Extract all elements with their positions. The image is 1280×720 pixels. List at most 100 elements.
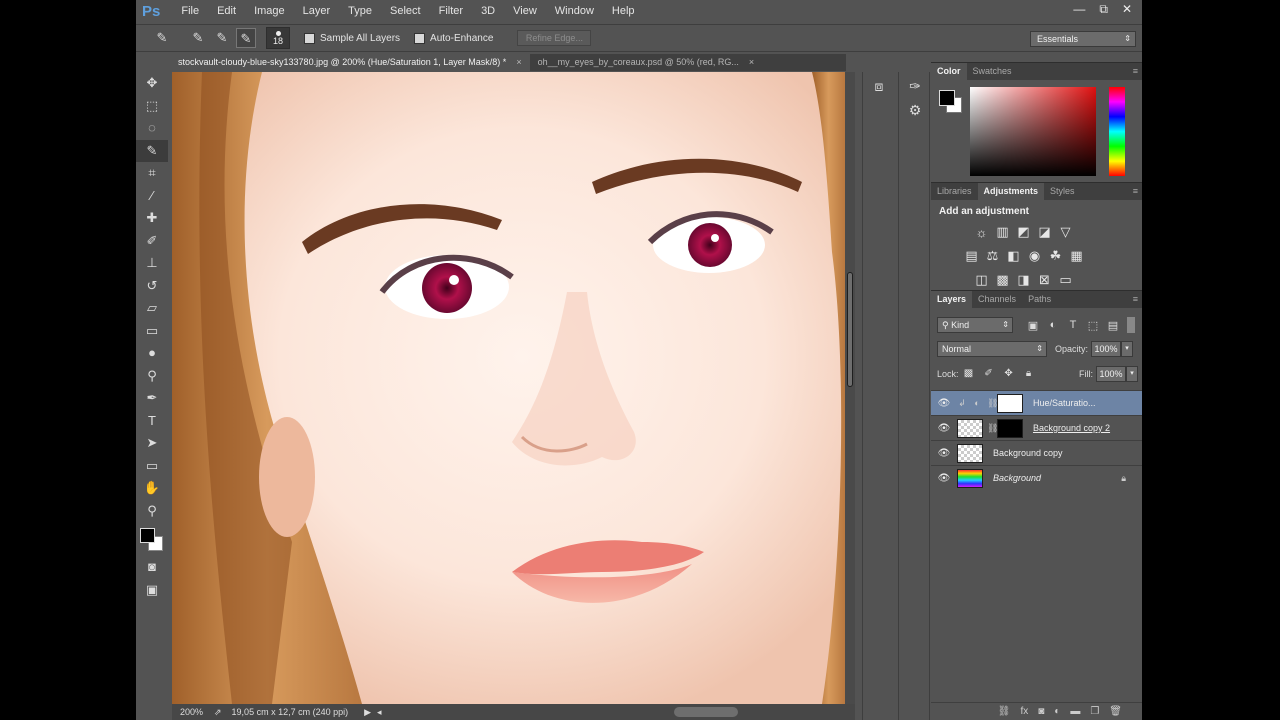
marquee-tool-icon[interactable]: ⬚: [136, 95, 168, 118]
hue-saturation-icon[interactable]: ▤: [961, 248, 982, 264]
menu-type[interactable]: Type: [339, 5, 381, 17]
crop-tool-icon[interactable]: ⌗: [136, 162, 168, 185]
visibility-eye-icon[interactable]: 👁︎: [931, 423, 957, 434]
layer-row[interactable]: 👁︎ ⛓︎ Background copy 2: [931, 415, 1142, 440]
tab-document-1[interactable]: stockvault-cloudy-blue-sky133780.jpg @ 2…: [170, 54, 530, 71]
share-icon[interactable]: ⇗: [214, 707, 222, 718]
panel-menu-icon[interactable]: ≡: [1133, 291, 1138, 308]
refine-edge-button[interactable]: Refine Edge...: [517, 30, 592, 46]
clone-stamp-tool-icon[interactable]: ⊥: [136, 252, 168, 275]
add-to-selection-icon[interactable]: ✎: [212, 28, 232, 48]
link-icon[interactable]: ⛓︎: [987, 423, 998, 434]
filter-shape-icon[interactable]: ⬚: [1083, 319, 1103, 332]
layer-row[interactable]: 👁︎ Background 🔒︎: [931, 465, 1142, 490]
tab-document-2[interactable]: oh__my_eyes_by_coreaux.psd @ 50% (red, R…: [530, 54, 763, 71]
tab-swatches[interactable]: Swatches: [967, 63, 1018, 80]
scroll-left-icon[interactable]: ◂: [377, 707, 382, 718]
color-balance-icon[interactable]: ⚖: [982, 248, 1003, 264]
delete-layer-icon[interactable]: 🗑︎: [1109, 706, 1122, 717]
hue-slider[interactable]: [1109, 87, 1125, 176]
layer-name[interactable]: Background copy 2: [1033, 423, 1110, 433]
panel-menu-icon[interactable]: ≡: [1133, 63, 1138, 80]
threshold-icon[interactable]: ◨: [1013, 272, 1034, 288]
layer-thumbnail[interactable]: [957, 443, 983, 463]
invert-icon[interactable]: ◫: [971, 272, 992, 288]
foreground-color[interactable]: [939, 90, 955, 106]
layer-mask-thumbnail[interactable]: [997, 393, 1023, 413]
color-swatches[interactable]: [136, 522, 168, 556]
panel-menu-icon[interactable]: ≡: [1133, 183, 1138, 200]
menu-help[interactable]: Help: [603, 5, 644, 17]
lock-all-icon[interactable]: 🔒︎: [1019, 368, 1039, 379]
color-lookup-icon[interactable]: ▦: [1066, 248, 1087, 264]
healing-brush-tool-icon[interactable]: ✚: [136, 207, 168, 230]
document-info[interactable]: 19,05 cm x 12,7 cm (240 ppi): [232, 707, 349, 717]
layer-thumbnail[interactable]: [957, 468, 983, 488]
fill-field[interactable]: 100%: [1096, 365, 1126, 382]
filter-kind-select[interactable]: ⚲ Kind: [937, 317, 1013, 333]
dodge-tool-icon[interactable]: ⚲: [136, 365, 168, 388]
opacity-dropdown[interactable]: ▾: [1121, 340, 1134, 357]
filter-smart-object-icon[interactable]: ▤: [1103, 319, 1123, 332]
tab-styles[interactable]: Styles: [1044, 183, 1081, 200]
filter-type-icon[interactable]: T: [1063, 319, 1083, 331]
zoom-level[interactable]: 200%: [172, 707, 214, 717]
filter-pixel-icon[interactable]: ▣: [1023, 319, 1043, 332]
add-mask-icon[interactable]: ◙: [1038, 706, 1044, 717]
brush-presets-icon[interactable]: ✑: [899, 74, 931, 98]
menu-select[interactable]: Select: [381, 5, 430, 17]
menu-3d[interactable]: 3D: [472, 5, 504, 17]
subtract-from-selection-icon[interactable]: ✎: [236, 28, 256, 48]
layer-mask-thumbnail[interactable]: [997, 418, 1023, 438]
restore-button[interactable]: ⧉: [1099, 2, 1108, 17]
minimize-button[interactable]: —: [1073, 2, 1085, 17]
horizontal-scrollbar-thumb[interactable]: [674, 707, 738, 717]
zoom-tool-icon[interactable]: ⚲: [136, 500, 168, 523]
opacity-field[interactable]: 100%: [1091, 340, 1122, 357]
properties-panel-icon[interactable]: ⚙: [899, 98, 931, 122]
new-layer-icon[interactable]: ❐: [1090, 706, 1099, 717]
layer-name[interactable]: Background: [993, 473, 1041, 483]
layer-style-icon[interactable]: fx: [1020, 706, 1028, 717]
move-tool-icon[interactable]: ✥: [136, 72, 168, 95]
new-adjustment-icon[interactable]: ◐: [1054, 706, 1060, 717]
workspace-select[interactable]: Essentials: [1030, 31, 1136, 47]
lock-position-icon[interactable]: ✥: [999, 368, 1019, 379]
layer-row[interactable]: 👁︎ ↲ ◐ ⛓︎ Hue/Saturatio...: [931, 390, 1142, 415]
close-button[interactable]: ✕: [1122, 2, 1132, 17]
lock-pixels-icon[interactable]: ✐: [979, 368, 999, 379]
menu-layer[interactable]: Layer: [294, 5, 340, 17]
layer-name[interactable]: Background copy: [993, 448, 1063, 458]
fill-dropdown[interactable]: ▾: [1126, 365, 1138, 382]
eyedropper-tool-icon[interactable]: ⁄: [136, 185, 168, 208]
path-selection-tool-icon[interactable]: ➤: [136, 432, 168, 455]
quick-mask-icon[interactable]: ◙: [136, 556, 168, 579]
brush-size-picker[interactable]: 18: [266, 27, 290, 49]
link-layers-icon[interactable]: ⛓︎: [998, 706, 1011, 717]
sample-all-layers-checkbox[interactable]: [304, 32, 315, 44]
type-tool-icon[interactable]: T: [136, 410, 168, 433]
menu-edit[interactable]: Edit: [208, 5, 245, 17]
auto-enhance-checkbox[interactable]: [414, 32, 426, 44]
menu-file[interactable]: File: [172, 5, 208, 17]
menu-window[interactable]: Window: [546, 5, 603, 17]
foreground-color[interactable]: [140, 528, 155, 543]
photo-filter-icon[interactable]: ◉: [1024, 248, 1045, 264]
close-icon[interactable]: ×: [749, 57, 754, 67]
layer-thumbnail[interactable]: [957, 418, 983, 438]
close-icon[interactable]: ×: [516, 57, 521, 67]
lock-transparent-icon[interactable]: ▩: [959, 368, 979, 379]
document-canvas[interactable]: [172, 72, 845, 704]
tab-channels[interactable]: Channels: [972, 291, 1022, 308]
menu-view[interactable]: View: [504, 5, 546, 17]
selective-color-icon[interactable]: ⊠: [1034, 272, 1055, 288]
channel-mixer-icon[interactable]: ☘: [1045, 248, 1066, 264]
gradient-tool-icon[interactable]: ▭: [136, 320, 168, 343]
filter-adjustment-icon[interactable]: ◐: [1043, 319, 1063, 331]
rectangle-tool-icon[interactable]: ▭: [136, 455, 168, 478]
tab-adjustments[interactable]: Adjustments: [977, 183, 1045, 200]
vertical-scrollbar[interactable]: [845, 72, 855, 704]
levels-icon[interactable]: ▥: [992, 224, 1013, 240]
eraser-tool-icon[interactable]: ▱: [136, 297, 168, 320]
filter-toggle[interactable]: [1127, 317, 1135, 333]
